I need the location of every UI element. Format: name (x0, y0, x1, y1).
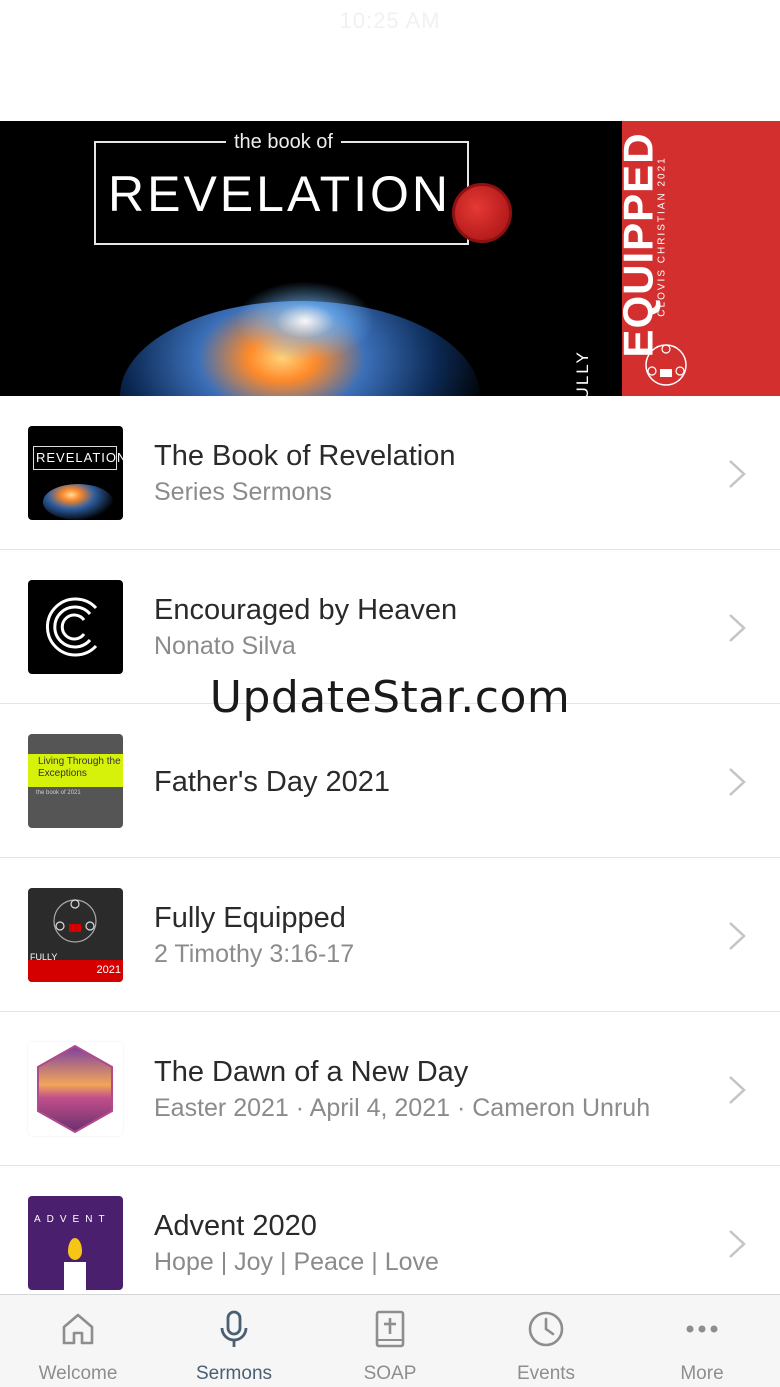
thumb-earth-image (43, 484, 113, 520)
equipped-text: EQUIPPED (614, 132, 662, 358)
revelation-banner[interactable]: the book of REVELATION (0, 121, 622, 396)
c-logo-icon (46, 597, 98, 657)
church-logo-icon (53, 899, 97, 943)
chevron-right-icon (729, 614, 746, 642)
fully-equipped-banner[interactable]: EQUIPPED FULLY CLOVIS CHRISTIAN 2021 (573, 121, 780, 396)
bible-icon (375, 1310, 405, 1348)
sermon-list: REVELATION The Book of Revelation Series… (0, 396, 780, 1320)
tab-label: SOAP (363, 1363, 417, 1384)
revelation-big-title: REVELATION (108, 166, 452, 222)
church-logo-icon (645, 344, 687, 386)
revelation-small-title: the book of (226, 131, 341, 154)
thumb-title: ADVENT (34, 1214, 111, 1225)
tab-sermons[interactable]: Sermons (156, 1295, 312, 1387)
sermon-item-dawn[interactable]: The Dawn of a New Day Easter 2021 · Apri… (0, 1012, 780, 1166)
sermon-item-fathers-day[interactable]: Living Through the Exceptions the book o… (0, 704, 780, 858)
sermon-subtitle: Nonato Silva (154, 632, 296, 660)
thumb-year: 2021 (96, 964, 121, 976)
thumb-label: FULLY (30, 952, 58, 962)
tab-soap[interactable]: SOAP (312, 1295, 468, 1387)
chevron-right-icon (729, 922, 746, 950)
wax-seal-icon (452, 183, 512, 243)
more-dots-icon (686, 1325, 718, 1333)
sermon-title: The Book of Revelation (154, 440, 456, 472)
sermon-thumbnail: Living Through the Exceptions the book o… (28, 734, 123, 828)
sermon-title: Fully Equipped (154, 902, 346, 934)
chevron-right-icon (729, 1076, 746, 1104)
tab-bar: Welcome Sermons SOAP Events More (0, 1294, 780, 1387)
sermon-thumbnail: FULLY 2021 (28, 888, 123, 982)
sermon-title: The Dawn of a New Day (154, 1056, 469, 1088)
sermon-item-revelation[interactable]: REVELATION The Book of Revelation Series… (0, 396, 780, 550)
clock-icon (528, 1311, 564, 1347)
tab-label: Sermons (195, 1363, 273, 1384)
sermon-thumbnail: REVELATION (28, 426, 123, 520)
tab-label: More (680, 1363, 724, 1384)
sermon-subtitle: 2 Timothy 3:16-17 (154, 940, 355, 968)
microphone-icon (220, 1310, 248, 1347)
tab-label: Welcome (38, 1363, 118, 1384)
sun-flare-image (235, 281, 375, 361)
tab-events[interactable]: Events (468, 1295, 624, 1387)
sermon-thumbnail: ADVENT (28, 1196, 123, 1290)
hexagon-sunrise-image (37, 1044, 113, 1134)
thumb-title: Living Through the Exceptions (38, 756, 121, 779)
sermon-thumbnail (28, 1042, 123, 1136)
sermon-subtitle: Easter 2021 · April 4, 2021 · Cameron Un… (154, 1094, 651, 1122)
tab-more[interactable]: More (624, 1295, 780, 1387)
thumb-title: REVELATION (36, 450, 123, 465)
sermon-title: Advent 2020 (154, 1210, 317, 1242)
tab-label: Events (516, 1363, 576, 1384)
fully-text: FULLY (572, 350, 592, 396)
sermon-subtitle: Series Sermons (154, 478, 332, 506)
status-time: 10:25 AM (339, 8, 441, 33)
church-text: CLOVIS CHRISTIAN 2021 (656, 156, 668, 317)
status-bar: 10:25 AM (0, 0, 780, 120)
sermon-thumbnail (28, 580, 123, 674)
sermon-title: Father's Day 2021 (154, 766, 391, 798)
candle-icon (64, 1262, 86, 1290)
chevron-right-icon (729, 460, 746, 488)
tab-welcome[interactable]: Welcome (0, 1295, 156, 1387)
revelation-title-box: the book of REVELATION (94, 131, 512, 245)
sermon-item-fully-equipped[interactable]: FULLY 2021 Fully Equipped 2 Timothy 3:16… (0, 858, 780, 1012)
watermark-text: UpdateStar.com (209, 672, 571, 723)
featured-banner[interactable]: the book of REVELATION EQUIPPED FULLY CL… (0, 121, 780, 396)
chevron-right-icon (729, 768, 746, 796)
sermon-title: Encouraged by Heaven (154, 594, 458, 626)
flame-icon (68, 1238, 82, 1260)
thumb-subtitle: the book of 2021 (36, 790, 81, 796)
sermon-subtitle: Hope | Joy | Peace | Love (154, 1248, 439, 1276)
home-icon (62, 1313, 94, 1345)
chevron-right-icon (729, 1230, 746, 1258)
